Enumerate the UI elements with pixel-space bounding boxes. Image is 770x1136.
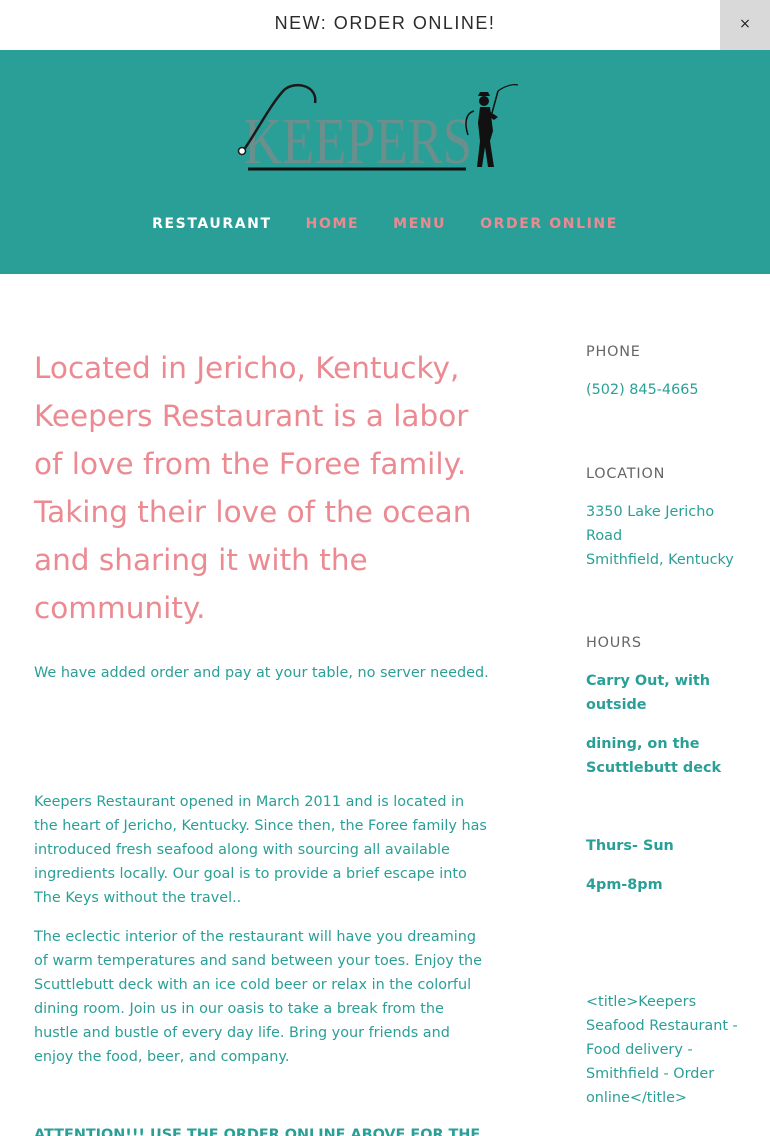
location-label: LOCATION <box>586 466 666 482</box>
nav-home[interactable]: HOME <box>306 216 360 232</box>
address-line-2: Smithfield, Kentucky <box>586 552 734 568</box>
nav-restaurant[interactable]: RESTAURANT <box>152 216 272 232</box>
hours-note-2: dining, on the Scuttlebutt deck <box>586 736 722 776</box>
hours-days: Thurs- Sun <box>586 838 674 854</box>
hours-note-1: Carry Out, with outside <box>586 673 711 713</box>
nav-menu[interactable]: MENU <box>393 216 446 232</box>
address-line-1: 3350 Lake Jericho Road <box>586 504 715 544</box>
site-header: KEEPERS RESTAURANT HOME MENU ORDER ONLINE <box>0 50 770 274</box>
about-paragraph-2: The eclectic interior of the restaurant … <box>34 929 483 1065</box>
sidebar: PHONE (502) 845-4665 LOCATION 3350 Lake … <box>586 340 746 1110</box>
hours-time: 4pm-8pm <box>586 877 663 893</box>
main-content: Located in Jericho, Kentucky, Keepers Re… <box>34 344 490 1136</box>
page-headline: Located in Jericho, Kentucky, Keepers Re… <box>34 351 472 625</box>
about-paragraph-1: Keepers Restaurant opened in March 2011 … <box>34 794 487 906</box>
phone-number: (502) 845-4665 <box>586 378 746 402</box>
phone-link[interactable]: (502) 845-4665 <box>586 382 699 398</box>
hours-label: HOURS <box>586 635 642 651</box>
close-icon[interactable]: × <box>720 0 770 50</box>
order-note: We have added order and pay at your tabl… <box>34 665 489 681</box>
raw-title-text: <title>Keepers Seafood Restaurant - Food… <box>586 994 738 1106</box>
phone-label: PHONE <box>586 344 641 360</box>
announcement-text[interactable]: NEW: ORDER ONLINE! <box>0 13 770 34</box>
attention-notice: ATTENTION!!! USE THE ORDER ONLINE ABOVE … <box>34 1127 481 1136</box>
nav-order-online[interactable]: ORDER ONLINE <box>480 216 618 232</box>
keepers-logo[interactable]: KEEPERS <box>236 83 520 175</box>
logo-text: KEEPERS <box>244 105 472 175</box>
main-nav: RESTAURANT HOME MENU ORDER ONLINE <box>0 216 770 232</box>
announcement-bar: NEW: ORDER ONLINE! × <box>0 0 770 50</box>
